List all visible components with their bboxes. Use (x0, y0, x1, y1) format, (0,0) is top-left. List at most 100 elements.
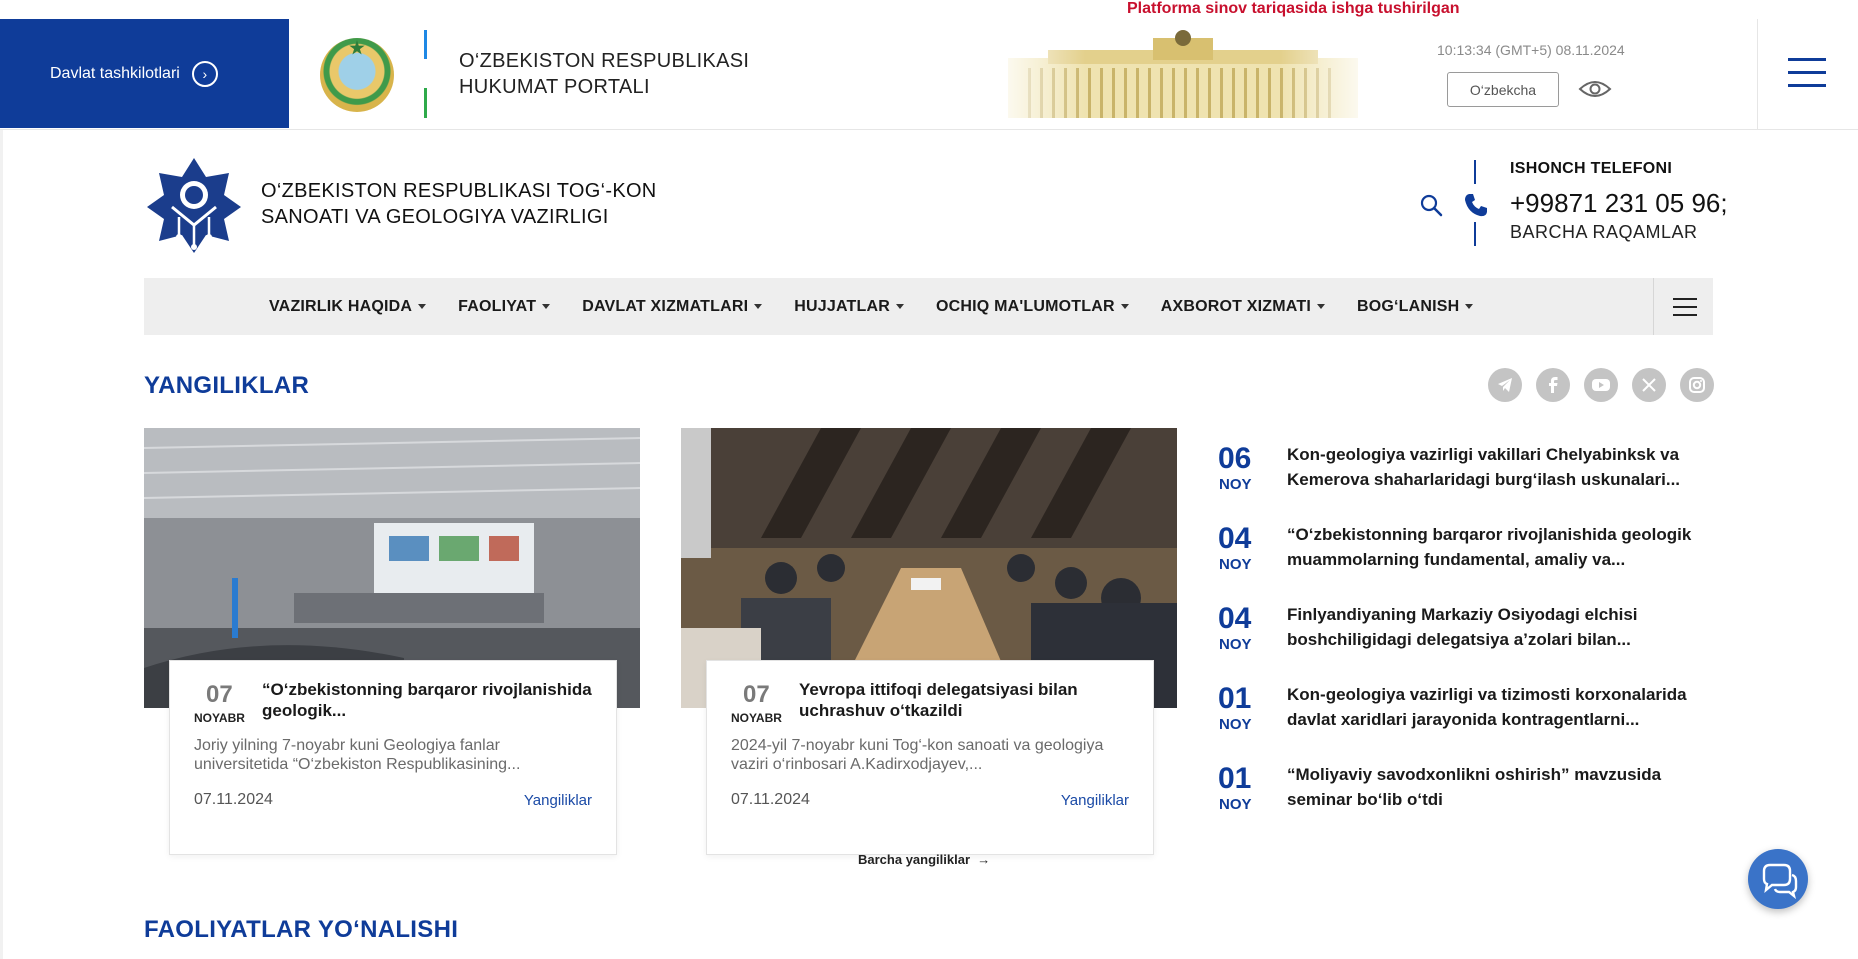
ministry-title-line1: O‘ZBEKISTON RESPUBLIKASI TOG‘-KON (261, 180, 657, 202)
side-news-day: 04 (1218, 522, 1252, 555)
side-news-month: NOY (1219, 716, 1252, 733)
side-news-item[interactable]: 01 NOY “Moliyaviy savodxonlikni oshirish” … (1213, 760, 1723, 840)
side-news-month: NOY (1219, 556, 1252, 573)
nav-item[interactable]: AXBOROT XIZMATI (1161, 298, 1325, 316)
news-card-month: NOYABR (194, 711, 245, 725)
side-news-title[interactable]: Kon-geologiya vazirligi vakillari Chelya… (1287, 442, 1717, 492)
ministry-logo-icon[interactable] (144, 155, 244, 255)
gov-portal-title[interactable]: O‘ZBEKISTON RESPUBLIKASI HUKUMAT PORTALI (459, 48, 749, 100)
gov-orgs-label: Davlat tashkilotlari (50, 64, 180, 82)
side-news-day: 04 (1218, 602, 1252, 635)
caret-down-icon (542, 303, 551, 309)
main-nav: VAZIRLIK HAQIDA FAOLIYAT DAVLAT XIZMATLARI… (144, 278, 1713, 335)
side-news-item[interactable]: 04 NOY “O‘zbekistonning barqaror rivojlani… (1213, 520, 1723, 600)
ministry-title[interactable]: O‘ZBEKISTON RESPUBLIKASI TOG‘-KON SANOAT… (261, 178, 657, 230)
news-card-category[interactable]: Yangiliklar (1061, 792, 1129, 809)
nav-item[interactable]: BOG‘LANISH (1356, 297, 1474, 316)
nav-item[interactable]: DAVLAT XIZMATLARI (582, 297, 763, 316)
eye-icon[interactable] (1578, 79, 1612, 99)
side-news-title[interactable]: Finlyandiyaning Markaziy Osiyodagi elchi… (1287, 602, 1717, 652)
phone-icon (1465, 194, 1487, 217)
gov-title-line2: HUKUMAT PORTALI (459, 76, 650, 98)
news-card-date: 07.11.2024 (731, 791, 810, 808)
news-card-excerpt: 2024-yil 7-noyabr kuni Tog‘-kon sanoati … (731, 737, 1104, 773)
news-card-date: 07.11.2024 (194, 791, 273, 808)
gov-top-bar: Davlat tashkilotlari › O‘ZBEKISTON RESPU… (0, 0, 1858, 130)
social-links (1488, 368, 1714, 402)
nav-item[interactable]: HUJJATLAR (794, 298, 904, 316)
nav-item-label: AXBOROT XIZMATI (1160, 297, 1311, 315)
hotline-label: ISHONCH TELEFONI (1510, 160, 1673, 177)
side-news-day: 06 (1218, 442, 1252, 475)
gov-title-line1: O‘ZBEKISTON RESPUBLIKASI (459, 50, 750, 72)
side-news-item[interactable]: 04 NOY Finlyandiyaning Markaziy Osiyodagi … (1213, 600, 1723, 680)
caret-down-icon (1120, 303, 1129, 309)
news-card-day: 07 (206, 681, 233, 708)
news-card[interactable]: 07 NOYABR “O‘zbekistonning barqaror rivo… (144, 428, 640, 855)
nav-menu-icon[interactable] (1653, 278, 1713, 335)
arrow-right-icon: → (973, 852, 991, 867)
chat-button[interactable] (1748, 849, 1808, 909)
side-news-day: 01 (1218, 682, 1252, 715)
facebook-icon[interactable] (1536, 368, 1570, 402)
caret-down-icon (895, 303, 904, 309)
hotline-number[interactable]: +99871 231 05 96; (1510, 188, 1728, 219)
caret-down-icon (1465, 303, 1474, 309)
all-numbers-link[interactable]: BARCHA RAQAMLAR (1510, 222, 1698, 243)
side-news-month: NOY (1219, 636, 1252, 653)
nav-item-label: OCHIQ MA'LUMOTLAR (935, 297, 1115, 315)
news-card-body[interactable]: 07 NOYABR “O‘zbekistonning barqaror rivo… (169, 660, 617, 855)
nav-item-label: BOG‘LANISH (1356, 297, 1460, 315)
news-card-day: 07 (743, 681, 770, 708)
side-news-item[interactable]: 06 NOY Kon-geologiya vazirligi vakillari C… (1213, 440, 1723, 520)
all-news-link[interactable]: Barcha yangiliklar → (858, 852, 990, 867)
side-news-title[interactable]: “O‘zbekistonning barqaror rivojlanishida… (1287, 522, 1717, 572)
nav-item-label: VAZIRLIK HAQIDA (269, 297, 413, 315)
side-news-day: 01 (1218, 762, 1252, 795)
all-news-label: Barcha yangiliklar (858, 852, 970, 867)
main-menu-icon[interactable] (1788, 58, 1826, 90)
clock-readout: 10:13:34 (GMT+5) 08.11.2024 (1437, 42, 1625, 58)
side-news-list: 06 NOY Kon-geologiya vazirligi vakillari C… (1213, 440, 1723, 840)
telegram-icon[interactable] (1488, 368, 1522, 402)
caret-down-icon (754, 303, 763, 309)
parliament-building-image (988, 28, 1378, 118)
arrow-right-circle-icon: › (191, 60, 218, 87)
news-card[interactable]: 07 NOYABR Yevropa ittifoqi delegatsiyasi… (681, 428, 1177, 855)
news-card-month: NOYABR (731, 711, 782, 725)
caret-down-icon (418, 303, 427, 309)
news-section-title: YANGILIKLAR (144, 372, 310, 399)
page-edge (0, 130, 3, 959)
language-select[interactable]: O‘zbekcha (1447, 72, 1559, 107)
nav-item-label: FAOLIYAT (458, 297, 537, 315)
side-news-item[interactable]: 01 NOY Kon-geologiya vazirligi va tizimost… (1213, 680, 1723, 760)
chat-icon (1762, 863, 1798, 900)
x-icon[interactable] (1632, 368, 1666, 402)
nav-item-label: DAVLAT XIZMATLARI (582, 297, 749, 315)
news-card-title[interactable]: Yevropa ittifoqi delegatsiyasi bilan uch… (799, 679, 1129, 721)
youtube-icon[interactable] (1584, 368, 1618, 402)
instagram-icon[interactable] (1680, 368, 1714, 402)
platform-notice: Platforma sinov tariqasida ishga tushiri… (1127, 0, 1460, 17)
nav-item[interactable]: FAOLIYAT (458, 297, 551, 316)
state-emblem-icon[interactable] (320, 38, 394, 112)
search-icon[interactable] (1418, 192, 1444, 218)
flag-divider (424, 30, 427, 118)
news-card-category[interactable]: Yangiliklar (524, 792, 592, 809)
nav-list: VAZIRLIK HAQIDA FAOLIYAT DAVLAT XIZMATLARI… (269, 278, 1505, 335)
header-divider (1757, 19, 1758, 129)
news-card-body[interactable]: 07 NOYABR Yevropa ittifoqi delegatsiyasi… (706, 660, 1154, 855)
ministry-title-line2: SANOATI VA GEOLOGIYA VAZIRLIGI (261, 206, 609, 228)
gov-orgs-button[interactable]: Davlat tashkilotlari › (0, 19, 289, 128)
side-news-month: NOY (1219, 796, 1252, 813)
side-news-title[interactable]: “Moliyaviy savodxonlikni oshirish” mavzu… (1287, 762, 1717, 812)
news-card-excerpt: Joriy yilning 7-noyabr kuni Geologiya fa… (194, 737, 521, 773)
nav-item-label: HUJJATLAR (794, 297, 890, 315)
nav-item[interactable]: VAZIRLIK HAQIDA (269, 297, 427, 316)
side-news-title[interactable]: Kon-geologiya vazirligi va tizimosti kor… (1287, 682, 1717, 732)
activities-section-title: FAOLIYATLAR YO‘NALISHI (144, 916, 459, 943)
news-card-title[interactable]: “O‘zbekistonning barqaror rivojlanishida… (262, 679, 592, 721)
side-news-month: NOY (1219, 476, 1252, 493)
nav-item[interactable]: OCHIQ MA'LUMOTLAR (936, 298, 1129, 316)
caret-down-icon (1316, 303, 1325, 309)
